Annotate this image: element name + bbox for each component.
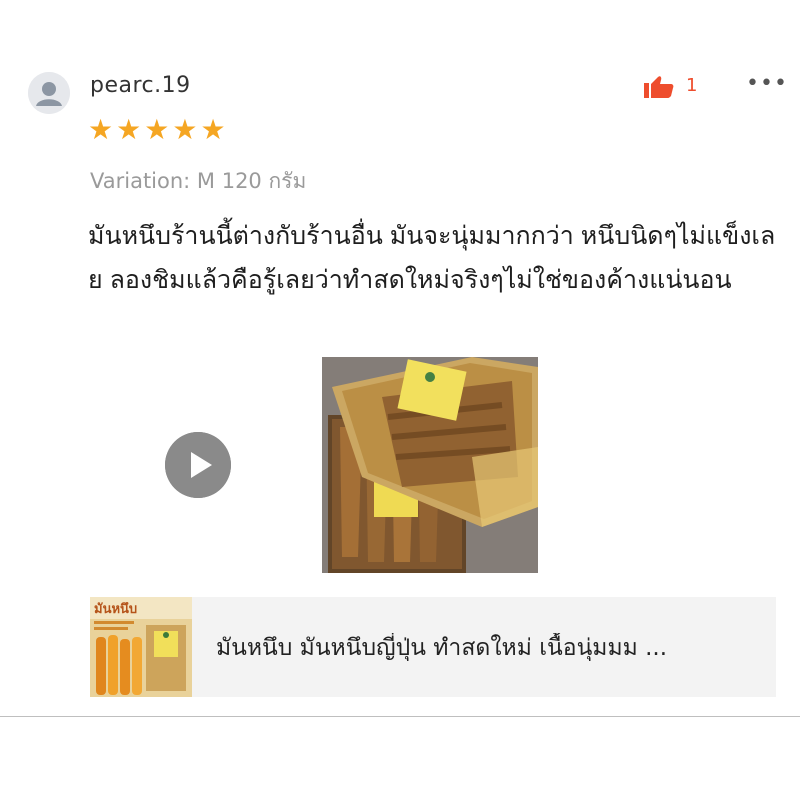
star-rating: ★ ★ ★ ★ ★ xyxy=(88,115,226,145)
divider xyxy=(0,716,800,717)
more-horizontal-icon[interactable]: ••• xyxy=(746,72,788,96)
product-thumbnail-image: มันหนึบ xyxy=(90,597,192,697)
play-icon xyxy=(165,432,231,498)
star-icon: ★ xyxy=(144,113,170,146)
review-text: มันหนึบร้านนี้ต่างกับร้านอื่น มันจะนุ่มม… xyxy=(88,222,776,294)
video-play-button[interactable] xyxy=(165,432,231,498)
reviewer-username: pearc.19 xyxy=(90,73,191,98)
product-card[interactable]: มันหนึบ มันหนึบ มันหนึบญี่ปุ่น ทำสดใหม่ … xyxy=(90,597,776,697)
svg-text:มันหนึบ: มันหนึบ xyxy=(94,601,137,617)
star-icon: ★ xyxy=(200,113,226,146)
review-item: pearc.19 1 ••• ★ ★ ★ ★ ★ Variation: M 12… xyxy=(0,0,800,800)
user-avatar-icon xyxy=(28,72,70,114)
variation-label: Variation: M 120 กรัม xyxy=(90,169,307,193)
product-title: มันหนึบ มันหนึบญี่ปุ่น ทำสดใหม่ เนื้อนุ่… xyxy=(216,635,668,661)
review-photo[interactable] xyxy=(322,357,538,573)
star-icon: ★ xyxy=(172,113,198,146)
product-thumbnail: มันหนึบ xyxy=(90,597,192,697)
star-icon: ★ xyxy=(88,113,114,146)
product-photo-image xyxy=(322,357,538,573)
star-icon: ★ xyxy=(116,113,142,146)
thumbs-up-icon[interactable] xyxy=(644,76,674,98)
avatar[interactable] xyxy=(28,72,70,114)
like-count: 1 xyxy=(686,75,698,96)
